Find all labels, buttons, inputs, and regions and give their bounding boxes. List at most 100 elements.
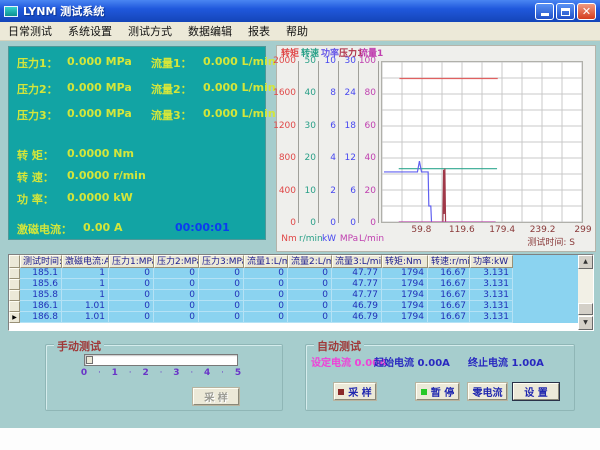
column-header[interactable]: 激磁电流:A (62, 255, 109, 268)
slider-minor-tick: · (129, 368, 132, 378)
slider-tick-label: 0 (81, 368, 87, 378)
table-cell: 1.01 (62, 301, 109, 312)
excitation-current-value: 0.00 A (83, 221, 139, 237)
pause-square-icon (421, 389, 427, 395)
x-tick-label: 59.8 (411, 225, 431, 235)
table-cell: 46.79 (332, 301, 382, 312)
menu-item-daily-test[interactable]: 日常测试 (0, 21, 60, 41)
table-cell: 3.131 (470, 312, 513, 323)
speed-row: 转 速： 0.0000 r/min (17, 169, 146, 185)
minimize-icon (541, 13, 549, 16)
app-icon (4, 6, 18, 17)
data-table: 测试时间:S激磁电流:A压力1:MPa压力2:MPa压力3:MPa流量1:L/m… (8, 254, 594, 331)
pressure3-value: 0.000 MPa (67, 107, 143, 123)
column-header[interactable]: 转矩:Nm (382, 255, 428, 268)
table-row[interactable]: 185.610000047.77179416.673.131 (9, 279, 578, 290)
table-cell: 0 (244, 279, 288, 290)
torque-label: 转 矩： (17, 147, 67, 163)
title-bar[interactable]: LYNM 测试系统 ✕ (0, 0, 600, 22)
row-selector[interactable] (9, 290, 20, 301)
chart-axes: 转矩2000160012008004000Nm转速50403020100r/mi… (279, 49, 379, 244)
column-header[interactable]: 功率:kW (470, 255, 513, 268)
table-cell: 0 (244, 301, 288, 312)
manual-test-group: 手动测试 0·1·2·3·4·5 采 样 (45, 344, 283, 411)
x-tick-label: 179.4 (489, 225, 515, 235)
column-header[interactable]: 转速:r/min (428, 255, 470, 268)
slider-minor-tick: · (160, 368, 163, 378)
table-inner: 测试时间:S激磁电流:A压力1:MPa压力2:MPa压力3:MPa流量1:L/m… (9, 255, 578, 330)
table-cell: 0 (154, 290, 199, 301)
auto-sample-label: 采 样 (348, 384, 371, 399)
table-cell: 0 (244, 312, 288, 323)
table-cell: 16.67 (428, 301, 470, 312)
menu-item-test-mode[interactable]: 测试方式 (120, 21, 180, 41)
start-current-label: 起始电流 (374, 358, 414, 369)
set-current-label: 设定电流 (311, 358, 351, 369)
chart-plot-svg (381, 61, 583, 223)
column-header[interactable]: 流量3:L/min (332, 255, 382, 268)
column-header[interactable]: 流量2:L/min (288, 255, 332, 268)
settings-button[interactable]: 设 置 (513, 383, 559, 400)
active-row-marker[interactable]: ▶ (9, 312, 20, 323)
table-row[interactable]: 186.11.010000046.79179416.673.131 (9, 301, 578, 312)
pause-button[interactable]: 暂 停 (416, 383, 459, 400)
current-slider[interactable] (84, 354, 238, 366)
menu-item-data-edit[interactable]: 数据编辑 (180, 21, 240, 41)
column-header[interactable]: 压力2:MPa (154, 255, 199, 268)
table-cell: 1794 (382, 290, 428, 301)
table-row[interactable]: ▶186.81.010000046.79179416.673.131 (9, 312, 578, 323)
pressure3-label: 压力3： (17, 107, 67, 123)
table-header-row: 测试时间:S激磁电流:A压力1:MPa压力2:MPa压力3:MPa流量1:L/m… (9, 255, 578, 268)
column-header[interactable]: 测试时间:S (20, 255, 62, 268)
column-header[interactable]: 压力1:MPa (109, 255, 154, 268)
table-cell: 186.1 (20, 301, 62, 312)
table-cell: 1 (62, 268, 109, 279)
auto-sample-button[interactable]: 采 样 (334, 383, 376, 400)
slider-minor-tick: · (221, 368, 224, 378)
slider-thumb[interactable] (86, 356, 93, 364)
scrollbar-thumb[interactable] (578, 303, 593, 315)
scroll-up-icon[interactable]: ▲ (578, 255, 593, 269)
pressure1-label: 压力1： (17, 55, 67, 71)
slider-tick-label: 3 (173, 368, 179, 378)
column-header[interactable]: 流量1:L/min (244, 255, 288, 268)
table-cell: 0 (244, 268, 288, 279)
row-selector[interactable] (9, 279, 20, 290)
excitation-row: 激磁电流： 0.00 A 00:00:01 (17, 221, 230, 237)
table-cell: 0 (288, 312, 332, 323)
table-cell: 185.1 (20, 268, 62, 279)
zero-current-button[interactable]: 零电流 (468, 383, 507, 400)
row-selector[interactable] (9, 268, 20, 279)
minimize-button[interactable] (535, 3, 554, 20)
manual-sample-button[interactable]: 采 样 (193, 388, 239, 405)
close-button[interactable]: ✕ (577, 3, 596, 20)
power-value: 0.0000 kW (67, 191, 133, 207)
pressure1-value: 0.000 MPa (67, 55, 143, 71)
torque-value: 0.0000 Nm (67, 147, 134, 163)
menu-item-system-settings[interactable]: 系统设置 (60, 21, 120, 41)
table-cell: 16.67 (428, 312, 470, 323)
x-tick-label: 119.6 (449, 225, 475, 235)
column-header[interactable]: 压力3:MPa (199, 255, 244, 268)
menu-item-report[interactable]: 报表 (240, 21, 278, 41)
table-cell: 0 (154, 312, 199, 323)
series-压力1 (443, 169, 446, 222)
table-scrollbar[interactable]: ▲ ▼ (578, 255, 593, 330)
restore-button[interactable] (556, 3, 575, 20)
window-title: LYNM 测试系统 (23, 3, 104, 19)
table-row[interactable]: 185.810000047.77179416.673.131 (9, 290, 578, 301)
app-window: LYNM 测试系统 ✕ 日常测试 系统设置 测试方式 数据编辑 报表 帮助 压力… (0, 0, 600, 450)
table-cell: 16.67 (428, 290, 470, 301)
table-row[interactable]: 185.110000047.77179416.673.131 (9, 268, 578, 279)
start-current-value: 0.00A (417, 358, 449, 369)
row-selector[interactable] (9, 301, 20, 312)
table-cell: 186.8 (20, 312, 62, 323)
table-cell: 3.131 (470, 268, 513, 279)
auto-test-title: 自动测试 (314, 338, 364, 354)
x-tick-label: 239.2 (530, 225, 556, 235)
scroll-down-icon[interactable]: ▼ (578, 316, 593, 330)
table-cell: 0 (109, 312, 154, 323)
y-axis-转矩: 转矩2000160012008004000Nm (279, 49, 299, 244)
menu-item-help[interactable]: 帮助 (278, 21, 316, 41)
table-cell: 0 (154, 279, 199, 290)
